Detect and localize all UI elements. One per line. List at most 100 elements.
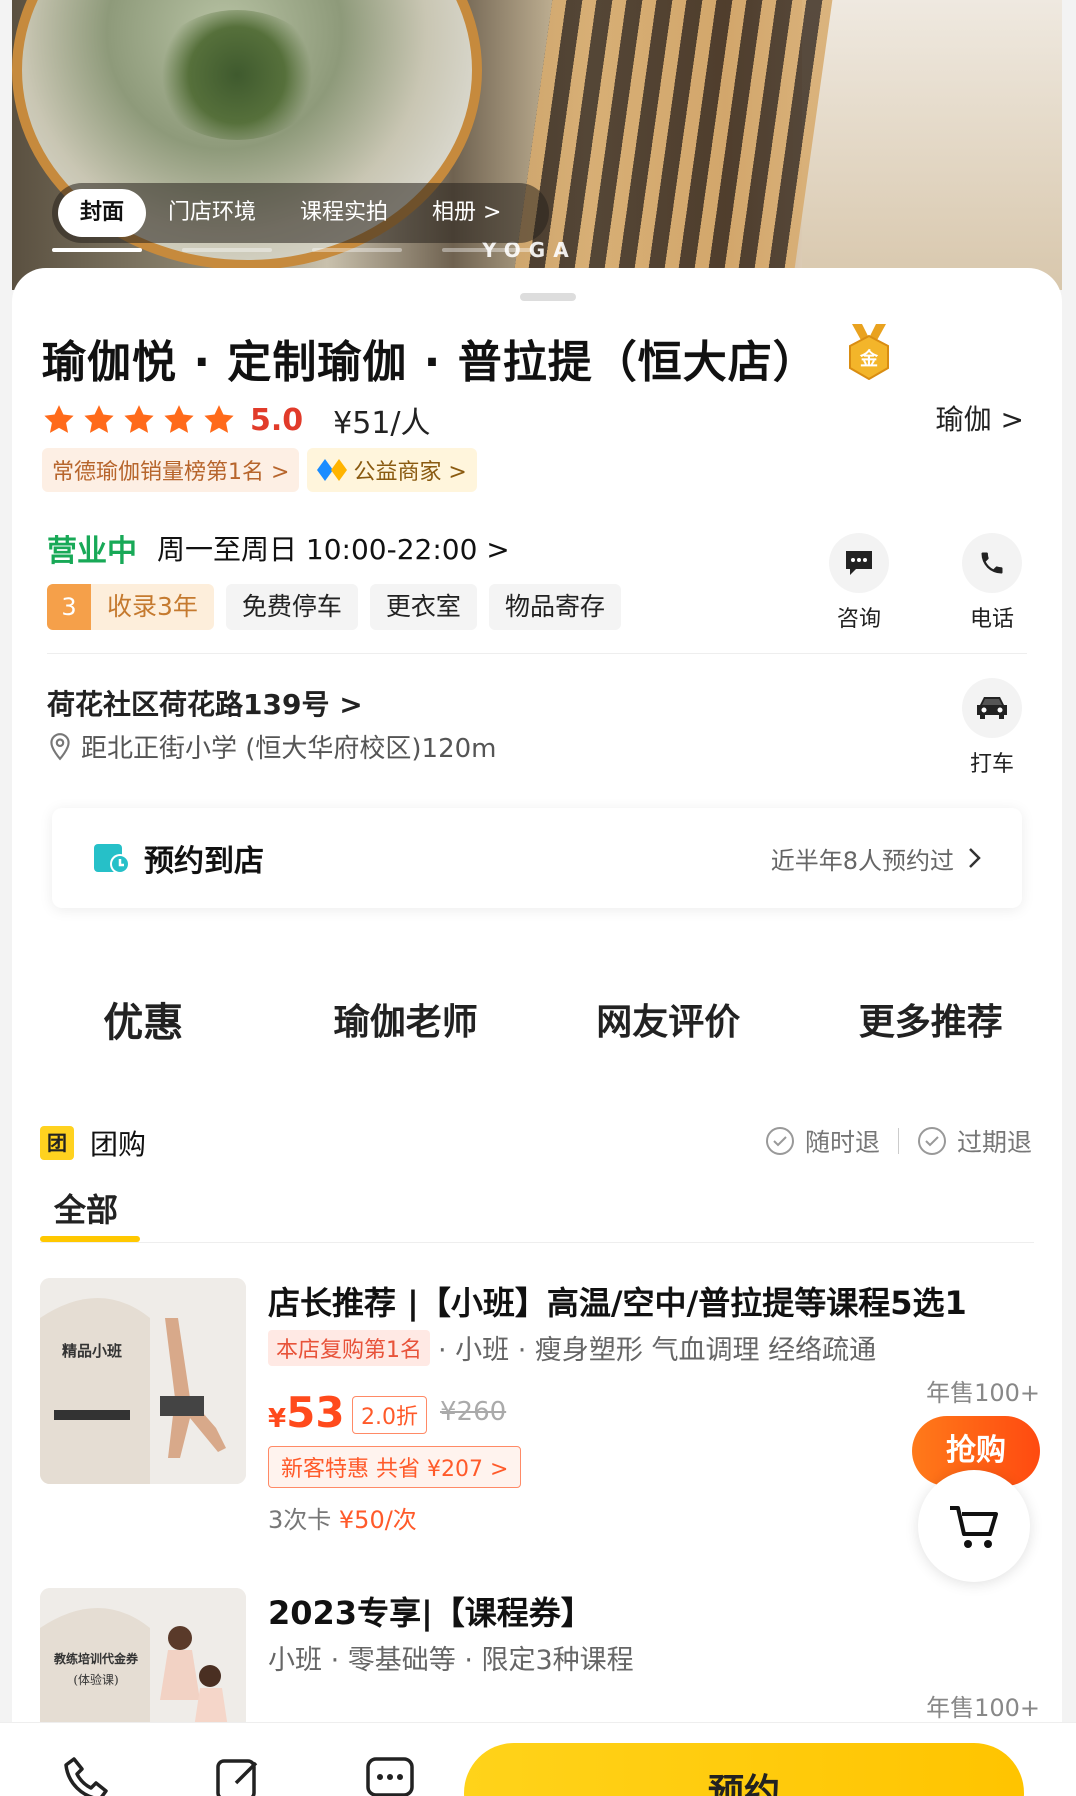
gallery-tab-store[interactable]: 门店环境 (146, 189, 278, 237)
facility-storage: 物品寄存 (488, 584, 621, 630)
svg-text:教练培训代金券: 教练培训代金券 (53, 1651, 139, 1666)
per-use-price: 3次卡 ¥50/次 (268, 1500, 417, 1535)
divider (40, 1242, 1034, 1243)
gallery-progress-dot (182, 248, 272, 252)
cart-icon (950, 1506, 998, 1548)
facility-tags: 3 收录3年 免费停车 更衣室 物品寄存 (47, 584, 621, 630)
section-tabs: 优惠 瑜伽老师 网友评价 更多推荐 (12, 963, 1062, 1073)
distance-text: 距北正街小学 (恒大华府校区)120m (81, 734, 497, 764)
gallery-tab-album[interactable]: 相册 > (410, 189, 523, 237)
group-buy-header: 团 团购 (40, 1123, 146, 1163)
hero-gallery[interactable]: YOGA 封面 门店环境 课程实拍 相册 > (12, 0, 1062, 290)
charity-diamond-icon (317, 459, 348, 481)
annual-sales: 年售100+ (926, 1379, 1040, 1407)
deal-thumbnail: 教练培训代金券 (体验课) (40, 1588, 246, 1723)
star-icon (164, 405, 194, 433)
years-number: 3 (47, 584, 91, 630)
gallery-tabs: 封面 门店环境 课程实拍 相册 > (52, 183, 550, 243)
facility-parking: 免费停车 (225, 584, 358, 630)
category-link[interactable]: 瑜伽 > (936, 398, 1024, 438)
business-hours[interactable]: 营业中 周一至周日 10:00-22:00 > (47, 526, 510, 570)
chat-icon (829, 533, 889, 593)
hero-bonsai (152, 10, 322, 140)
shop-chips: 常德瑜伽销量榜第1名 > 公益商家 > (42, 448, 477, 492)
deals-section: 优惠 瑜伽老师 网友评价 更多推荐 团 团购 随时退 过期退 全部 精品小班 店… (12, 963, 1062, 1723)
refund-expired: 过期退 (956, 1128, 1032, 1157)
deal-title: 2023专享|【课程券】 (268, 1594, 593, 1632)
star-icon (84, 405, 114, 433)
years-text: 收录3年 (91, 584, 214, 630)
phone-button[interactable]: 电话 (957, 533, 1027, 633)
hero-wall (802, 0, 1062, 290)
per-use-amount: ¥50/次 (338, 1506, 417, 1534)
shop-info-card: 瑜伽悦 · 定制瑜伽 · 普拉提（恒大店） 金 5.0 ¥51/人 瑜伽 > 常… (12, 268, 1062, 963)
gallery-progress-dot (52, 248, 142, 252)
phone-call-icon[interactable] (60, 1753, 112, 1796)
phone-label: 电话 (969, 607, 1014, 632)
deal-price: ¥ 53 (268, 1388, 345, 1437)
subtab-all[interactable]: 全部 (54, 1185, 118, 1231)
rating-score: 5.0 (250, 402, 304, 438)
years-badge: 3 收录3年 (47, 584, 214, 630)
phone-icon (962, 533, 1022, 593)
consult-button[interactable]: 咨询 (824, 533, 894, 633)
original-price: ¥260 (440, 1397, 507, 1427)
cart-button[interactable] (918, 1470, 1030, 1582)
group-buy-title: 团购 (90, 1128, 147, 1161)
location-pin-icon (50, 732, 70, 760)
avg-price: ¥51/人 (333, 406, 431, 441)
message-icon[interactable] (364, 1753, 416, 1796)
booking-note-text: 近半年8人预约过 (770, 846, 954, 875)
gallery-tab-cover[interactable]: 封面 (58, 189, 147, 237)
gallery-tab-class[interactable]: 课程实拍 (278, 189, 410, 237)
gallery-progress-dot (442, 248, 532, 252)
chevron-right-icon (969, 848, 981, 868)
deal-tags: 本店复购第1名 · 小班 · 瘦身塑形 气血调理 经络疏通 (268, 1328, 876, 1367)
tab-more[interactable]: 更多推荐 (800, 963, 1063, 1073)
open-status: 营业中 (47, 534, 137, 569)
deal-tag-text: 小班 · 零基础等 · 限定3种课程 (268, 1645, 634, 1676)
currency-symbol: ¥ (268, 1404, 287, 1434)
per-use-prefix: 3次卡 (268, 1506, 339, 1534)
tab-reviews[interactable]: 网友评价 (537, 963, 800, 1073)
booking-note: 近半年8人预约过 (771, 841, 982, 876)
separator (897, 1128, 899, 1154)
shop-title: 瑜伽悦 · 定制瑜伽 · 普拉提（恒大店） (42, 337, 818, 388)
sales-rank-chip[interactable]: 常德瑜伽销量榜第1名 > (42, 448, 300, 492)
charity-chip[interactable]: 公益商家 > (307, 448, 477, 492)
deal-thumbnail: 精品小班 (40, 1278, 246, 1484)
divider (47, 653, 1027, 654)
shop-address[interactable]: 荷花社区荷花路139号 > (47, 683, 363, 723)
deal-item[interactable]: 教练培训代金券 (体验课) 2023专享|【课程券】 小班 · 零基础等 · 限… (40, 1588, 1040, 1723)
distance-row: 距北正街小学 (恒大华府校区)120m (47, 728, 497, 765)
check-circle-icon (917, 1127, 946, 1155)
taxi-button[interactable]: 打车 (957, 678, 1027, 778)
car-icon (962, 678, 1022, 738)
tab-teachers[interactable]: 瑜伽老师 (275, 963, 538, 1073)
taxi-label: 打车 (969, 752, 1014, 777)
deal-tags: 小班 · 零基础等 · 限定3种课程 (268, 1638, 634, 1677)
tab-deals[interactable]: 优惠 (12, 963, 275, 1073)
svg-text:(体验课): (体验课) (73, 1672, 118, 1687)
bottom-action-bar: 预约 (0, 1722, 1076, 1796)
rating-row: 5.0 ¥51/人 (42, 398, 431, 442)
deal-item[interactable]: 精品小班 店长推荐 |【小班】高温/空中/普拉提等课程5选1 本店复购第1名 ·… (40, 1278, 1040, 1538)
write-review-icon[interactable] (212, 1753, 264, 1796)
svg-text:精品小班: 精品小班 (62, 1342, 122, 1360)
new-customer-offer[interactable]: 新客特惠 共省 ¥207 > (268, 1446, 522, 1488)
group-buy-icon: 团 (40, 1126, 74, 1160)
book-visit-row[interactable]: 预约到店 近半年8人预约过 (52, 808, 1022, 908)
star-icon (124, 405, 154, 433)
gallery-progress (52, 248, 852, 252)
gold-medal-icon: 金 (849, 324, 889, 380)
booking-label: 预约到店 (144, 844, 264, 879)
deal-title: 店长推荐 |【小班】高温/空中/普拉提等课程5选1 (268, 1284, 967, 1322)
price-amount: 53 (286, 1388, 345, 1437)
booking-calendar-icon (94, 844, 130, 874)
book-button[interactable]: 预约 (464, 1743, 1024, 1796)
drag-handle[interactable] (520, 293, 576, 301)
refund-guarantees: 随时退 过期退 (765, 1123, 1032, 1159)
consult-label: 咨询 (836, 607, 881, 632)
annual-sales: 年售100+ (926, 1694, 1040, 1722)
check-circle-icon (765, 1127, 794, 1155)
